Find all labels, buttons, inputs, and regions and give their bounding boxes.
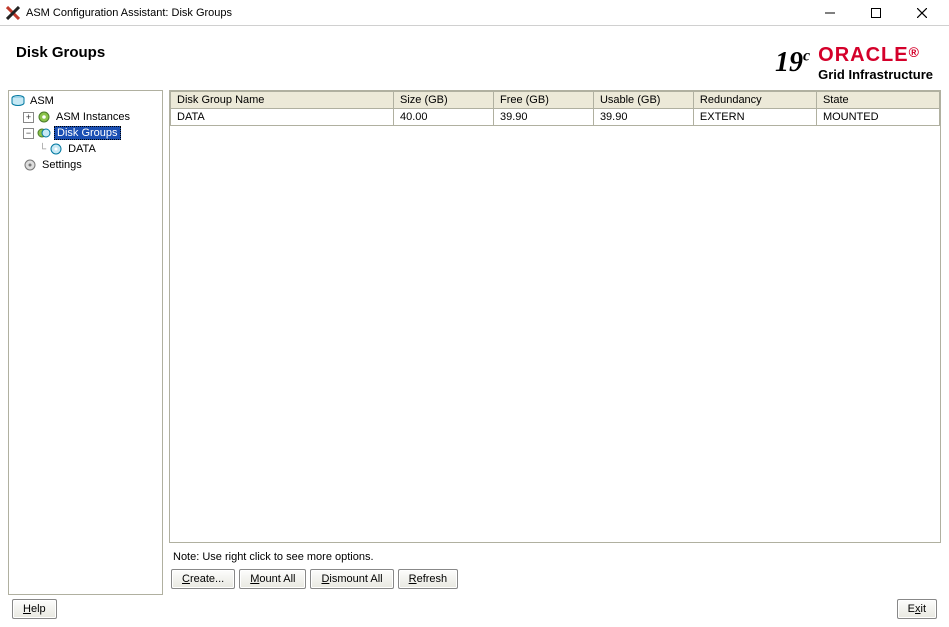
col-size[interactable]: Size (GB) <box>394 92 494 109</box>
footer: Help Exit <box>0 595 949 627</box>
col-free[interactable]: Free (GB) <box>493 92 593 109</box>
maximize-button[interactable] <box>861 1 891 25</box>
asm-icon <box>11 94 25 108</box>
cell-name: DATA <box>171 109 394 126</box>
version-badge: 19c <box>775 47 810 79</box>
create-button[interactable]: Create... <box>171 569 235 589</box>
table-header-row: Disk Group Name Size (GB) Free (GB) Usab… <box>171 92 940 109</box>
titlebar-left: ASM Configuration Assistant: Disk Groups <box>6 6 232 20</box>
collapse-icon[interactable]: − <box>23 128 34 139</box>
action-button-row: Create... Mount All Dismount All Refresh <box>169 569 941 595</box>
main-panel: Disk Group Name Size (GB) Free (GB) Usab… <box>169 90 941 595</box>
header: Disk Groups 19c ORACLE® Grid Infrastruct… <box>0 26 949 90</box>
window-title: ASM Configuration Assistant: Disk Groups <box>26 7 232 19</box>
help-button[interactable]: Help <box>12 599 57 619</box>
titlebar: ASM Configuration Assistant: Disk Groups <box>0 0 949 26</box>
tree-asm-instances[interactable]: + ASM Instances <box>9 109 162 125</box>
note-text: Note: Use right click to see more option… <box>169 543 941 569</box>
body: ASM + ASM Instances − Disk Groups └ DATA <box>0 90 949 595</box>
disk-groups-table[interactable]: Disk Group Name Size (GB) Free (GB) Usab… <box>170 91 940 126</box>
table-row[interactable]: DATA 40.00 39.90 39.90 EXTERN MOUNTED <box>171 109 940 126</box>
tree-label: Settings <box>40 159 84 171</box>
brand-name: ORACLE® <box>818 44 920 67</box>
tree-diskgroup-child[interactable]: └ DATA <box>9 141 162 157</box>
window-controls <box>815 1 945 25</box>
dismount-all-button[interactable]: Dismount All <box>310 569 393 589</box>
tree-settings[interactable]: Settings <box>9 157 162 173</box>
page-title: Disk Groups <box>16 44 105 61</box>
oracle-logo-block: 19c ORACLE® Grid Infrastructure <box>775 44 933 82</box>
tree-label: DATA <box>66 143 98 155</box>
gear-icon <box>37 110 51 124</box>
cell-state: MOUNTED <box>816 109 939 126</box>
tree-disk-groups[interactable]: − Disk Groups <box>9 125 162 141</box>
tree-connector: └ <box>39 144 46 155</box>
tree-root-asm[interactable]: ASM <box>9 93 162 109</box>
exit-button[interactable]: Exit <box>897 599 937 619</box>
table-container: Disk Group Name Size (GB) Free (GB) Usab… <box>169 90 941 543</box>
col-usable[interactable]: Usable (GB) <box>593 92 693 109</box>
disk-group-icon <box>37 126 51 140</box>
col-state[interactable]: State <box>816 92 939 109</box>
refresh-button[interactable]: Refresh <box>398 569 459 589</box>
expand-icon[interactable]: + <box>23 112 34 123</box>
settings-icon <box>23 158 37 172</box>
close-button[interactable] <box>907 1 937 25</box>
oracle-text: ORACLE® Grid Infrastructure <box>818 44 933 82</box>
cell-redundancy: EXTERN <box>693 109 816 126</box>
app-icon <box>6 6 20 20</box>
cell-size: 40.00 <box>394 109 494 126</box>
tree-label: ASM <box>28 95 56 107</box>
cell-free: 39.90 <box>493 109 593 126</box>
mount-all-button[interactable]: Mount All <box>239 569 306 589</box>
minimize-button[interactable] <box>815 1 845 25</box>
sidebar-tree[interactable]: ASM + ASM Instances − Disk Groups └ DATA <box>8 90 163 595</box>
cell-usable: 39.90 <box>593 109 693 126</box>
tree-label: Disk Groups <box>54 126 121 140</box>
tree-label: ASM Instances <box>54 111 132 123</box>
disk-icon <box>49 142 63 156</box>
col-redundancy[interactable]: Redundancy <box>693 92 816 109</box>
col-name[interactable]: Disk Group Name <box>171 92 394 109</box>
brand-subtitle: Grid Infrastructure <box>818 67 933 82</box>
